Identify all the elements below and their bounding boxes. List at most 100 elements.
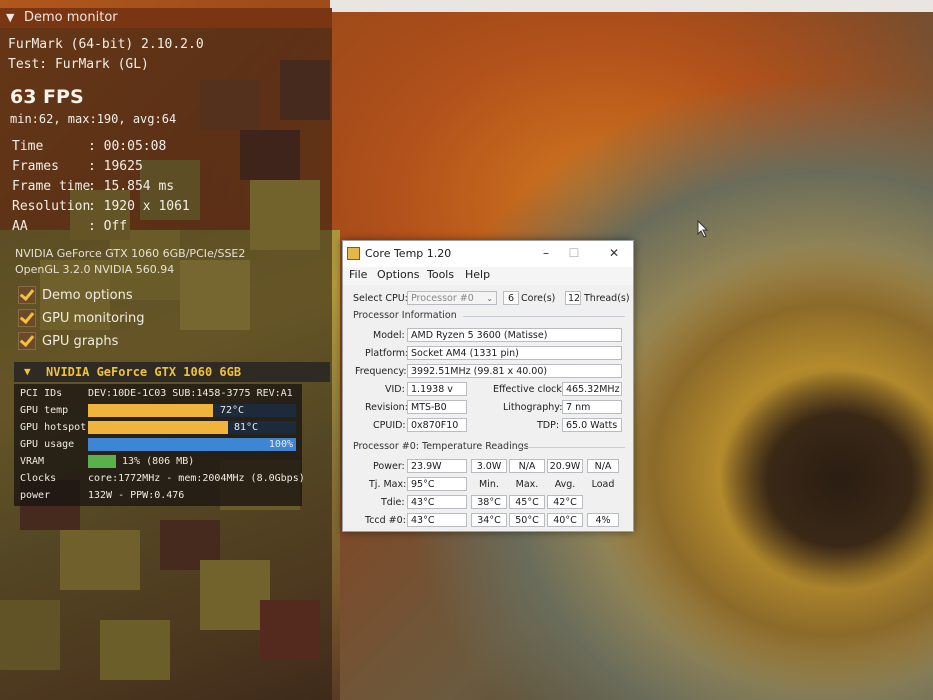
col-header-max: Max. — [515, 479, 539, 490]
tdie-min: 38°C — [471, 495, 507, 509]
pci-ids-value: DEV:10DE-1C03 SUB:1458-3775 REV:A1 — [88, 388, 293, 399]
cores-count: 6 — [503, 291, 519, 305]
coretemp-titlebar[interactable]: Core Temp 1.20 – ☐ ✕ — [343, 241, 633, 267]
tdp-value: 65.0 Watts — [562, 418, 622, 432]
vram-bar-fill — [88, 455, 116, 468]
cpu-select-dropdown[interactable]: Processor #0 ⌄ — [407, 291, 497, 305]
tdp-label: TDP: — [537, 420, 560, 431]
select-cpu-label: Select CPU: — [353, 293, 408, 304]
effective-clock-label: Effective clock: — [493, 384, 566, 395]
model-label: Model: — [373, 330, 405, 341]
power-key: power — [20, 490, 51, 501]
option-label: GPU graphs — [42, 333, 119, 349]
coretemp-title: Core Temp 1.20 — [365, 247, 452, 260]
revision-value: MTS-B0 — [407, 400, 467, 414]
stat-time-value: : 00:05:08 — [88, 139, 167, 154]
stat-aa-value: : Off — [88, 219, 128, 234]
checkbox-checked-icon[interactable] — [18, 286, 36, 304]
vram-value: 13% (806 MB) — [122, 456, 195, 467]
gpu-hotspot-bar-fill — [88, 421, 228, 434]
menu-file[interactable]: File — [349, 268, 367, 281]
option-label: Demo options — [42, 287, 133, 303]
gpu-hotspot-bar: 81°C — [88, 421, 296, 434]
screen-top-edge — [330, 0, 933, 12]
checkbox-checked-icon[interactable] — [18, 332, 36, 350]
tdie-current: 43°C — [407, 495, 467, 509]
gpu-usage-bar-fill — [88, 438, 296, 451]
frequency-label: Frequency: — [355, 366, 407, 377]
gpu-section-header[interactable]: ▼ NVIDIA GeForce GTX 1060 6GB — [14, 362, 330, 382]
clocks-key: Clocks — [20, 473, 57, 484]
close-icon[interactable]: ✕ — [605, 245, 623, 261]
stat-aa-key: AA — [12, 219, 28, 234]
threads-count: 12 — [565, 291, 581, 305]
menu-help[interactable]: Help — [465, 268, 490, 281]
demo-monitor-title: Demo monitor — [24, 10, 118, 25]
platform-label: Platform: — [365, 348, 409, 359]
power-misc: 20.9W — [547, 459, 583, 473]
gpu-temp-value: 72°C — [220, 405, 245, 416]
stat-frametime-value: : 15.854 ms — [88, 179, 175, 194]
col-header-min: Min. — [479, 479, 499, 490]
tdie-avg: 42°C — [547, 495, 583, 509]
col-header-load: Load — [591, 479, 615, 490]
vram-key: VRAM — [20, 456, 45, 467]
fps-value: 63 FPS — [10, 86, 84, 108]
clocks-value: core:1772MHz - mem:2004MHz (8.0Gbps) — [88, 473, 305, 484]
power-value: 132W - PPW:0.476 — [88, 490, 185, 501]
vid-value: 1.1938 v — [407, 382, 467, 396]
stat-frames-value: : 19625 — [88, 159, 143, 174]
checkbox-checked-icon[interactable] — [18, 309, 36, 327]
tccd-min: 34°C — [471, 513, 507, 527]
stat-frametime-key: Frame time — [12, 179, 91, 194]
power-uncore: N/A — [509, 459, 545, 473]
mouse-cursor-icon — [697, 220, 709, 238]
stat-time-key: Time — [12, 139, 44, 154]
stat-frames-key: Frames — [12, 159, 59, 174]
gpu-temp-bar-fill — [88, 404, 213, 417]
gpu-section-title: NVIDIA GeForce GTX 1060 6GB — [46, 365, 242, 379]
minimize-icon[interactable]: – — [537, 245, 555, 261]
menu-options[interactable]: Options — [377, 268, 419, 281]
option-gpu-graphs[interactable]: GPU graphs — [18, 331, 118, 351]
cpuid-label: CPUID: — [373, 420, 406, 431]
cpu-select-value: Processor #0 — [411, 293, 474, 304]
gpu-renderer: NVIDIA GeForce GTX 1060 6GB/PCIe/SSE2 — [15, 247, 246, 260]
collapse-triangle-icon[interactable]: ▼ — [6, 8, 14, 28]
col-header-avg: Avg. — [554, 479, 576, 490]
pci-ids-key: PCI IDs — [20, 388, 63, 399]
fps-stats: min:62, max:190, avg:64 — [10, 112, 177, 126]
threads-label: Thread(s) — [584, 293, 630, 304]
app-version: FurMark (64-bit) 2.10.2.0 — [8, 37, 204, 52]
gpu-temp-key: GPU temp — [20, 405, 69, 416]
opengl-version: OpenGL 3.2.0 NVIDIA 560.94 — [15, 263, 175, 276]
power-cores: 3.0W — [471, 459, 507, 473]
divider — [519, 447, 625, 448]
cpuid-value: 0x870F10 — [407, 418, 467, 432]
tjmax-label: Tj. Max: — [369, 479, 407, 490]
tdie-label: Tdie: — [381, 497, 405, 508]
tccd-load: 4% — [587, 513, 619, 527]
menu-tools[interactable]: Tools — [427, 268, 454, 281]
divider — [463, 316, 625, 317]
effective-clock-value: 465.32MHz — [562, 382, 622, 396]
gpu-hotspot-key: GPU hotspot — [20, 422, 87, 433]
maximize-icon[interactable]: ☐ — [565, 245, 583, 261]
processor-info-title: Processor Information — [353, 310, 457, 321]
option-label: GPU monitoring — [42, 310, 145, 326]
frequency-value: 3992.51MHz (99.81 x 40.00) — [407, 364, 622, 378]
gpu-monitoring-panel: PCI IDs DEV:10DE-1C03 SUB:1458-3775 REV:… — [14, 384, 305, 506]
coretemp-menubar: File Options Tools Help — [343, 267, 633, 285]
gpu-usage-bar: 100% — [88, 438, 296, 451]
tccd-current: 43°C — [407, 513, 467, 527]
tccd-avg: 40°C — [547, 513, 583, 527]
collapse-triangle-icon[interactable]: ▼ — [24, 362, 31, 382]
gpu-temp-bar: 72°C — [88, 404, 296, 417]
coretemp-app-icon — [347, 247, 360, 260]
option-demo-options[interactable]: Demo options — [18, 285, 133, 305]
demo-monitor-header[interactable]: ▼ Demo monitor — [0, 8, 332, 28]
tjmax-value: 95°C — [407, 477, 467, 491]
option-gpu-monitoring[interactable]: GPU monitoring — [18, 308, 145, 328]
chevron-down-icon: ⌄ — [486, 294, 493, 303]
lithography-label: Lithography: — [503, 402, 563, 413]
